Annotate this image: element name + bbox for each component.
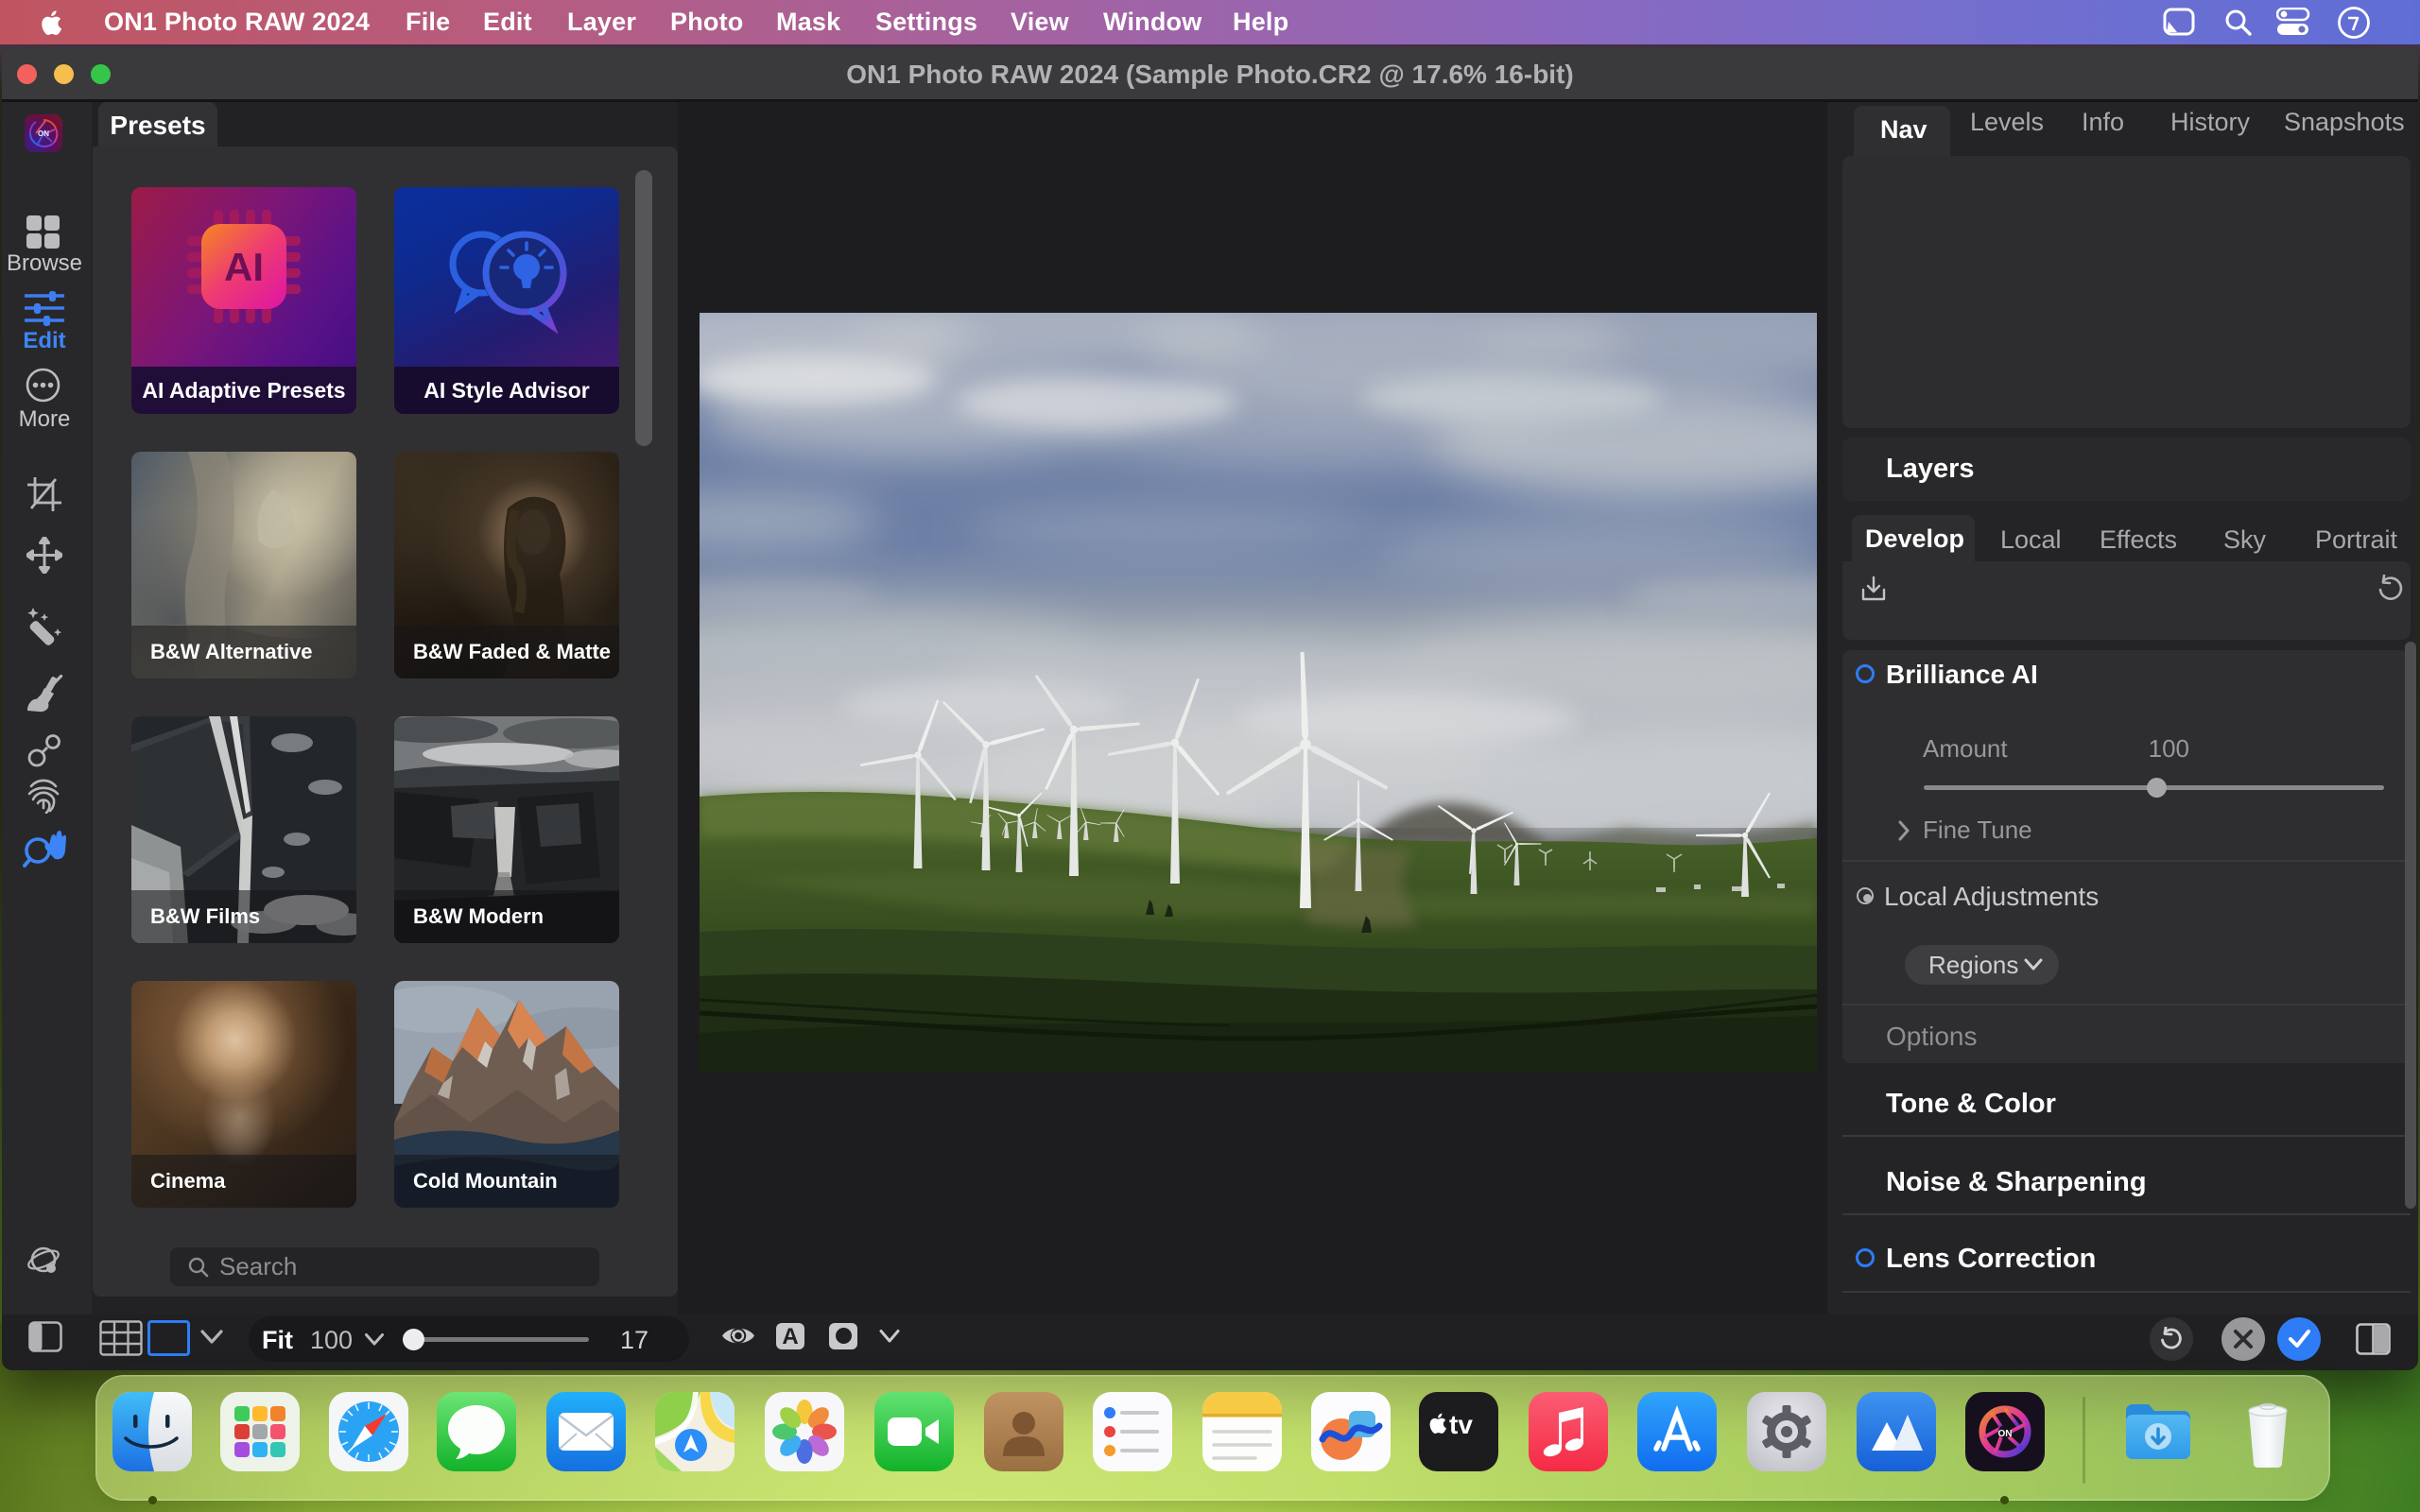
svg-text:tv: tv xyxy=(1449,1410,1473,1439)
svg-text:AI: AI xyxy=(224,245,264,289)
svg-text:ON: ON xyxy=(38,129,49,138)
svg-text:ON: ON xyxy=(1998,1429,2013,1439)
